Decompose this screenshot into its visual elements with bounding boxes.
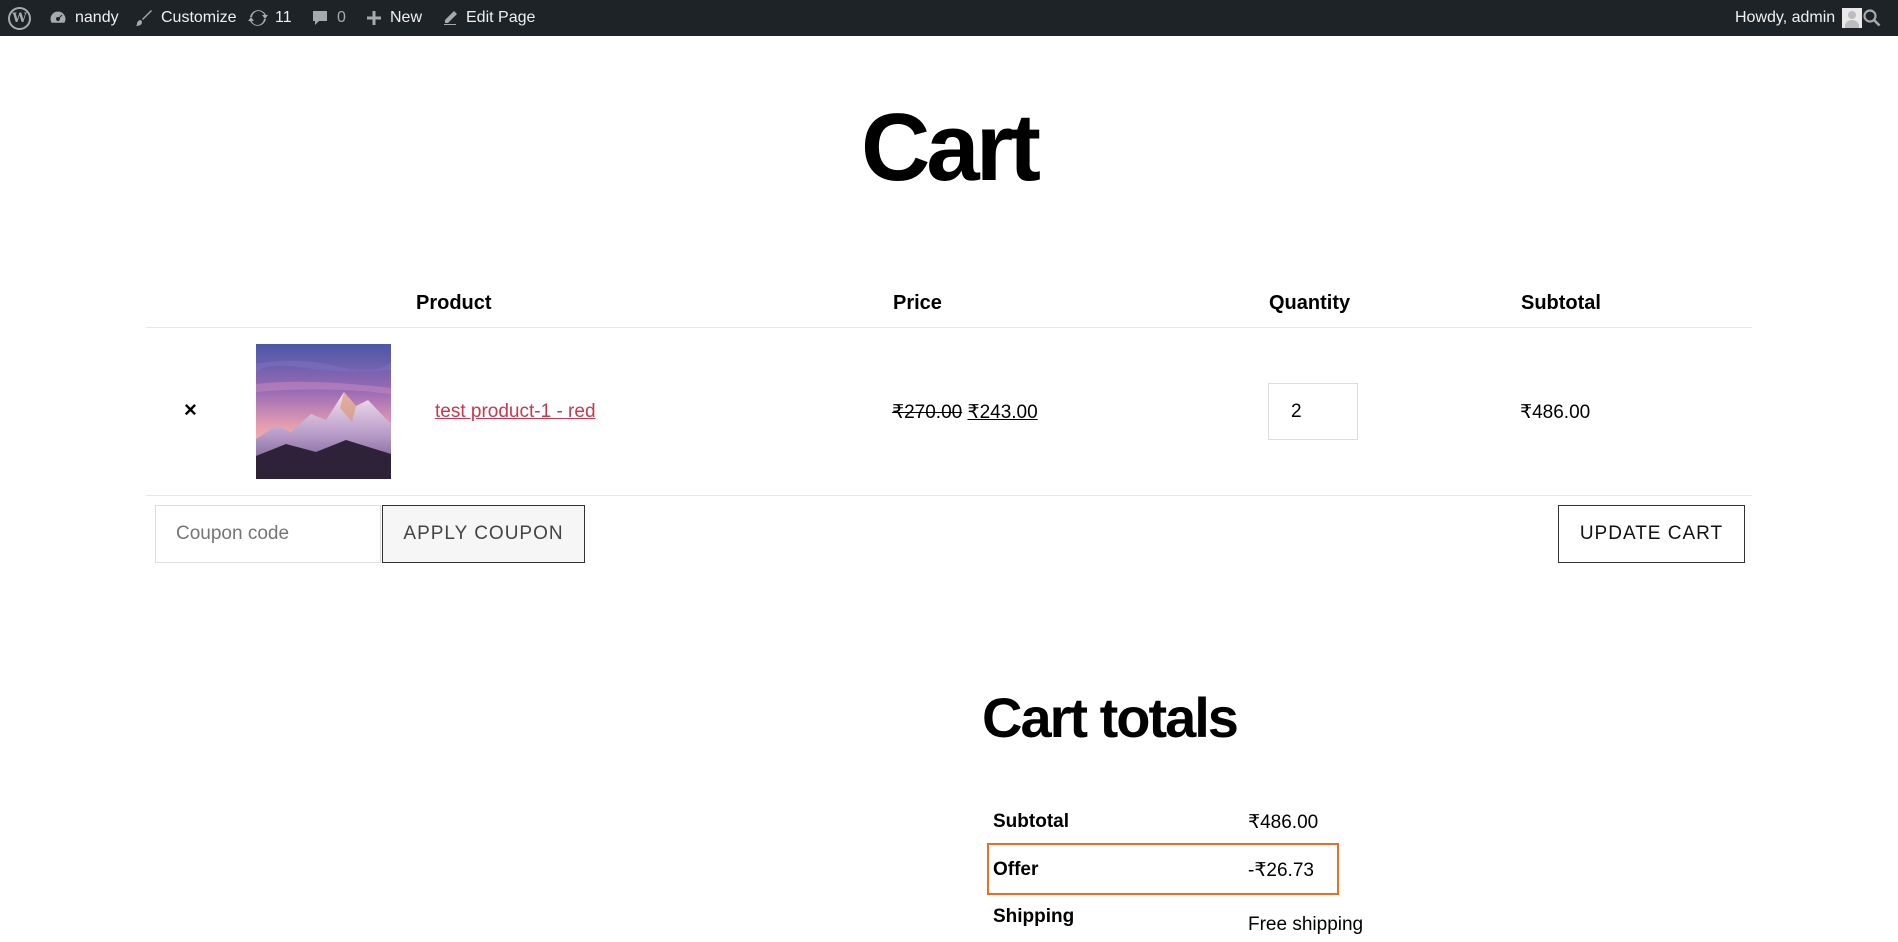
apply-coupon-button[interactable]: APPLY COUPON [382,505,585,563]
totals-shipping-value: Free shipping [1248,914,1364,935]
column-header-quantity: Quantity [1269,292,1351,314]
table-header-divider [146,327,1752,328]
comments-link[interactable]: 0 [310,0,346,36]
updates-icon [248,10,268,26]
plus-icon [367,11,381,25]
mountain-image [256,344,391,479]
new-content-link[interactable]: New [365,0,422,36]
totals-subtotal-label: Subtotal [993,811,1069,832]
edit-page-label: Edit Page [466,9,536,26]
howdy-label: Howdy, admin [1735,9,1836,26]
regular-price: ₹270.00 [892,402,963,423]
product-thumbnail[interactable] [256,344,391,479]
pencil-icon [444,11,457,25]
wordpress-icon: W [8,6,31,30]
totals-shipping-label: Shipping [993,906,1075,927]
sale-price: ₹243.00 [967,402,1038,423]
customize-link[interactable]: Customize [134,0,237,36]
dashboard-icon [49,10,67,24]
updates-link[interactable]: 11 [248,0,292,36]
comments-count: 0 [337,9,346,26]
totals-subtotal-value: ₹486.00 [1248,812,1319,833]
new-label: New [390,9,423,26]
customize-label: Customize [161,9,237,26]
site-name-link[interactable]: nandy [48,0,119,36]
product-name-link[interactable]: test product-1 - red [435,401,596,423]
page-title: Cart [860,94,1041,201]
wordpress-logo-button[interactable]: W [8,0,31,36]
cart-totals-title: Cart totals [982,686,1239,749]
quantity-input[interactable]: 2 [1268,383,1358,440]
avatar [1842,8,1863,28]
edit-page-link[interactable]: Edit Page [441,0,535,36]
column-header-product: Product [416,292,492,314]
admin-search-button[interactable] [1862,0,1882,36]
site-name: nandy [75,9,119,26]
coupon-code-input[interactable]: Coupon code [155,505,381,563]
column-header-price: Price [893,292,942,314]
product-price: ₹270.00 ₹243.00 [892,401,1038,424]
search-icon [1863,9,1881,27]
remove-item-button[interactable]: × [184,399,197,421]
row-subtotal: ₹486.00 [1520,402,1591,423]
comment-icon [313,11,327,25]
updates-count: 11 [275,9,292,26]
table-row-divider [146,495,1752,496]
admin-bar: W nandy Customize 11 0 New Edit Page How… [0,0,1898,36]
brush-icon [136,10,152,26]
totals-offer-value: -₹26.73 [1248,860,1314,881]
update-cart-button[interactable]: UPDATE CART [1558,505,1745,563]
column-header-subtotal: Subtotal [1521,292,1601,314]
totals-offer-label: Offer [993,859,1039,880]
my-account-menu[interactable]: Howdy, admin [1735,0,1863,36]
